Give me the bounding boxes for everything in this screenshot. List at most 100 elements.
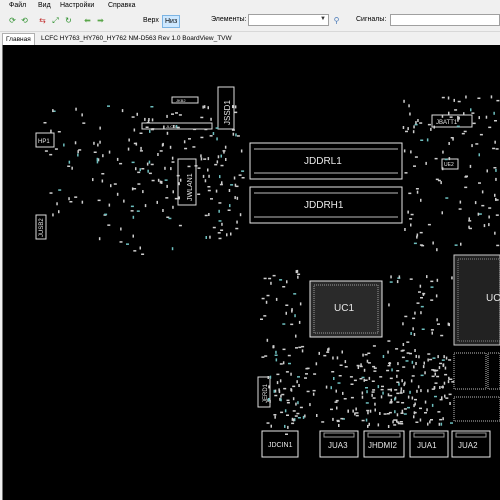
menu-help[interactable]: Справка <box>108 2 135 9</box>
smd-pad <box>146 122 150 124</box>
label-jssd1: JSSD1 <box>223 100 232 125</box>
smd-pad <box>175 112 178 114</box>
smd-pad <box>468 220 472 222</box>
smd-pad <box>146 162 149 166</box>
smd-pad <box>427 358 429 362</box>
smd-pad <box>427 422 429 426</box>
smd-pad <box>412 130 415 134</box>
smd-pad <box>119 162 123 165</box>
smd-pad <box>449 116 453 118</box>
smd-pad <box>121 109 124 113</box>
smd-pad <box>107 105 110 107</box>
smd-pad <box>164 166 166 170</box>
smd-pad <box>390 388 392 392</box>
smd-pad <box>382 391 384 395</box>
smd-pad <box>448 111 450 115</box>
smd-pad <box>400 412 404 414</box>
smd-pad <box>427 389 429 393</box>
smd-pad <box>97 199 101 202</box>
smd-pad <box>404 172 408 174</box>
smd-pad <box>414 349 416 352</box>
smd-pad <box>475 143 479 145</box>
smd-pad <box>291 417 294 421</box>
smd-pad <box>139 132 143 134</box>
smd-pad <box>457 100 461 103</box>
smd-pad <box>396 280 399 284</box>
smd-pad <box>444 366 447 370</box>
smd-pad <box>332 417 334 421</box>
smd-pad <box>315 362 318 366</box>
fit-icon[interactable]: ⤢ <box>51 16 60 25</box>
smd-pad <box>425 161 427 165</box>
smd-pad <box>434 372 436 376</box>
label-uc-cpu: UC <box>486 293 500 304</box>
smd-pad <box>431 375 435 378</box>
smd-pad <box>394 410 396 414</box>
board-canvas[interactable]: HP1 JUSB2 JKB2 JSSD1 JLCD JWLAN1 JDDRL1 … <box>2 45 500 500</box>
refresh-icon[interactable]: ⟳ <box>8 16 17 25</box>
smd-pad <box>225 158 227 161</box>
smd-pad <box>273 345 275 349</box>
smd-pad <box>141 168 145 170</box>
smd-pad <box>335 399 339 402</box>
tab-main[interactable]: Главная <box>2 33 35 45</box>
smd-pad <box>361 391 364 395</box>
filter-icon[interactable]: ⚲ <box>332 16 341 25</box>
smd-pad <box>96 157 99 161</box>
smd-pad <box>408 192 412 195</box>
smd-pad <box>405 360 409 362</box>
smd-pad <box>365 402 369 404</box>
smd-pad <box>49 153 53 156</box>
component-uk1[interactable] <box>453 352 487 390</box>
smd-pad <box>148 160 151 164</box>
smd-pad <box>274 354 278 356</box>
smd-pad <box>266 338 269 342</box>
smd-pad <box>464 186 468 189</box>
smd-pad <box>344 366 348 368</box>
arrow-right-icon[interactable]: ➡ <box>96 16 105 25</box>
smd-pad <box>99 140 101 144</box>
arrow-left-icon[interactable]: ⬅ <box>83 16 92 25</box>
smd-pad <box>187 165 191 168</box>
bottom-side-button[interactable]: Низ <box>162 15 181 28</box>
smd-pad <box>290 372 292 376</box>
signals-input[interactable] <box>390 14 500 26</box>
menu-view[interactable]: Вид <box>38 2 51 9</box>
smd-pad <box>43 122 47 124</box>
smd-pad <box>430 419 433 421</box>
smd-pad <box>465 175 468 177</box>
smd-pad <box>402 322 404 326</box>
smd-pad <box>330 386 332 390</box>
smd-pad <box>434 157 438 160</box>
smd-pad <box>52 109 54 113</box>
menu-file[interactable]: Файл <box>9 2 26 9</box>
smd-pad <box>407 406 410 409</box>
smd-pad <box>427 353 431 355</box>
smd-pad <box>292 385 296 388</box>
chevron-down-icon[interactable]: ▼ <box>320 16 326 22</box>
smd-pad <box>339 364 343 366</box>
rotate-icon[interactable]: ↻ <box>64 16 73 25</box>
smd-pad <box>183 140 186 144</box>
smd-pad <box>454 109 458 111</box>
elements-combo[interactable]: ▼ <box>248 14 329 26</box>
top-side-button[interactable]: Верх <box>141 15 161 26</box>
smd-pad <box>273 414 277 416</box>
smd-pad <box>151 179 155 182</box>
menu-settings[interactable]: Настройки <box>60 2 94 9</box>
reload-icon[interactable]: ⟲ <box>20 16 29 25</box>
smd-pad <box>220 164 224 167</box>
smd-pad <box>78 149 82 151</box>
tab-boardview-file[interactable]: LCFC HY763_HY760_HY762 NM-D563 Rev 1.0 B… <box>38 33 235 45</box>
smd-pad <box>137 183 141 185</box>
board-view[interactable]: HP1 JUSB2 JKB2 JSSD1 JLCD JWLAN1 JDDRL1 … <box>2 45 500 500</box>
smd-pad <box>197 193 201 195</box>
smd-pad <box>391 368 393 372</box>
smd-pad <box>363 368 366 372</box>
flip-icon[interactable]: ⇆ <box>38 16 47 25</box>
smd-pad <box>221 181 223 185</box>
smd-pad <box>226 233 228 237</box>
smd-pad <box>354 412 356 416</box>
smd-pad <box>409 112 411 116</box>
smd-pad <box>268 277 272 280</box>
